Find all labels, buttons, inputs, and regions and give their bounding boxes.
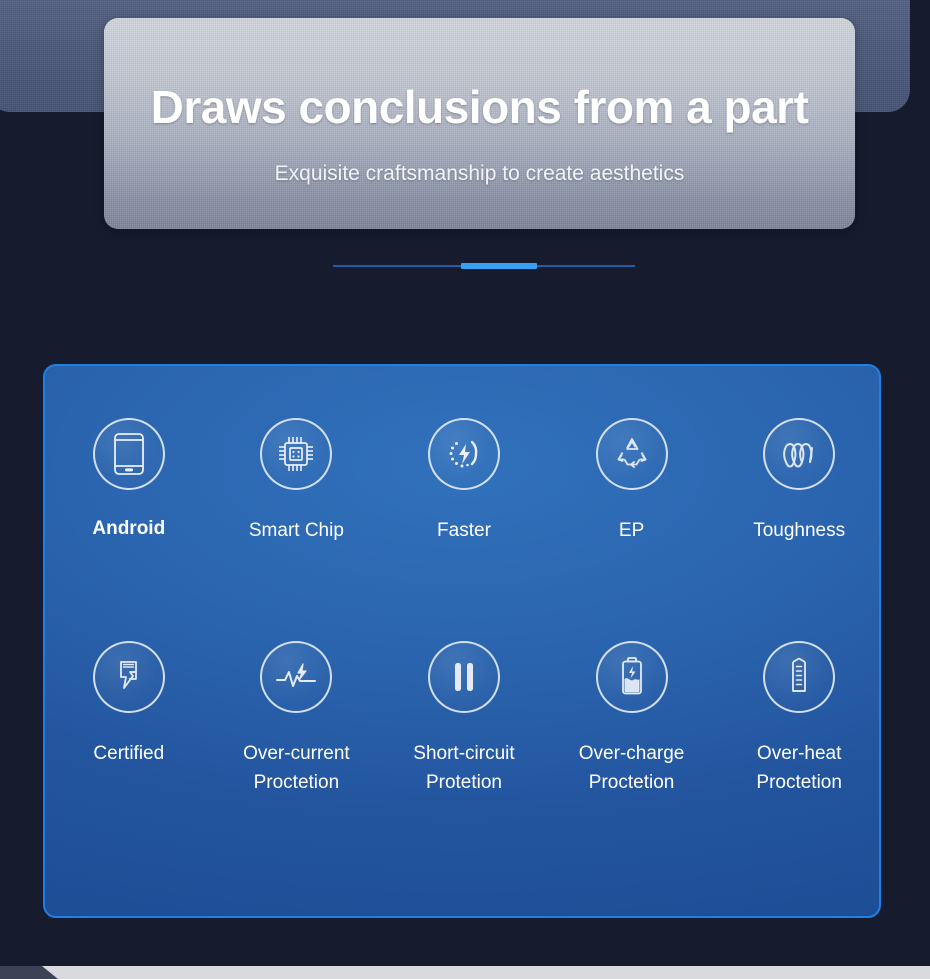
smartphone-icon: [92, 418, 165, 490]
footer-strip: [0, 966, 930, 979]
feature-label: EP: [618, 520, 645, 541]
feature-row-2: Certified Over-current Proctetion Short-…: [45, 641, 879, 798]
feature-label: Android: [92, 518, 166, 539]
hero-banner: Draws conclusions from a part Exquisite …: [104, 18, 855, 229]
feature-label: Smart Chip: [248, 520, 344, 541]
feature-item-certified[interactable]: Certified: [45, 641, 213, 798]
cpu-chip-icon: [260, 418, 333, 490]
graduated-cylinder-icon: [763, 641, 836, 713]
feature-card: Android Smart Chip Faster EP Toughness C…: [43, 364, 881, 918]
spring-coil-icon: [763, 418, 836, 490]
pause-bars-icon: [427, 641, 500, 713]
battery-bolt-icon: [595, 641, 668, 713]
carousel-active-segment[interactable]: [461, 263, 537, 269]
feature-label: Over-heat Proctetion: [756, 743, 842, 794]
fast-charge-icon: [427, 418, 500, 490]
footer-wedge: [0, 966, 58, 979]
feature-item-over-charge[interactable]: Over-charge Proctetion: [548, 641, 716, 798]
feature-label: Faster: [437, 520, 491, 541]
feature-item-ep[interactable]: EP: [548, 418, 716, 545]
page-subtitle: Exquisite craftsmanship to create aesthe…: [274, 162, 685, 185]
plug-bolt-icon: [92, 641, 165, 713]
feature-item-faster[interactable]: Faster: [380, 418, 548, 545]
feature-label: Certified: [93, 743, 165, 764]
carousel-indicator[interactable]: [333, 263, 635, 269]
feature-row-1: Android Smart Chip Faster EP Toughness: [45, 418, 879, 545]
feature-label: Short-circuit Protetion: [413, 743, 515, 794]
feature-item-over-current[interactable]: Over-current Proctetion: [213, 641, 381, 798]
waveform-bolt-icon: [260, 641, 333, 713]
feature-label: Over-current Proctetion: [243, 743, 350, 794]
feature-item-smart-chip[interactable]: Smart Chip: [213, 418, 381, 545]
feature-item-toughness[interactable]: Toughness: [715, 418, 879, 545]
feature-item-short-circuit[interactable]: Short-circuit Protetion: [380, 641, 548, 798]
feature-label: Over-charge Proctetion: [578, 743, 685, 794]
feature-item-android[interactable]: Android: [45, 418, 213, 545]
recycle-icon: [595, 418, 668, 490]
feature-item-over-heat[interactable]: Over-heat Proctetion: [715, 641, 879, 798]
feature-label: Toughness: [753, 520, 846, 541]
page-title: Draws conclusions from a part: [150, 81, 809, 133]
